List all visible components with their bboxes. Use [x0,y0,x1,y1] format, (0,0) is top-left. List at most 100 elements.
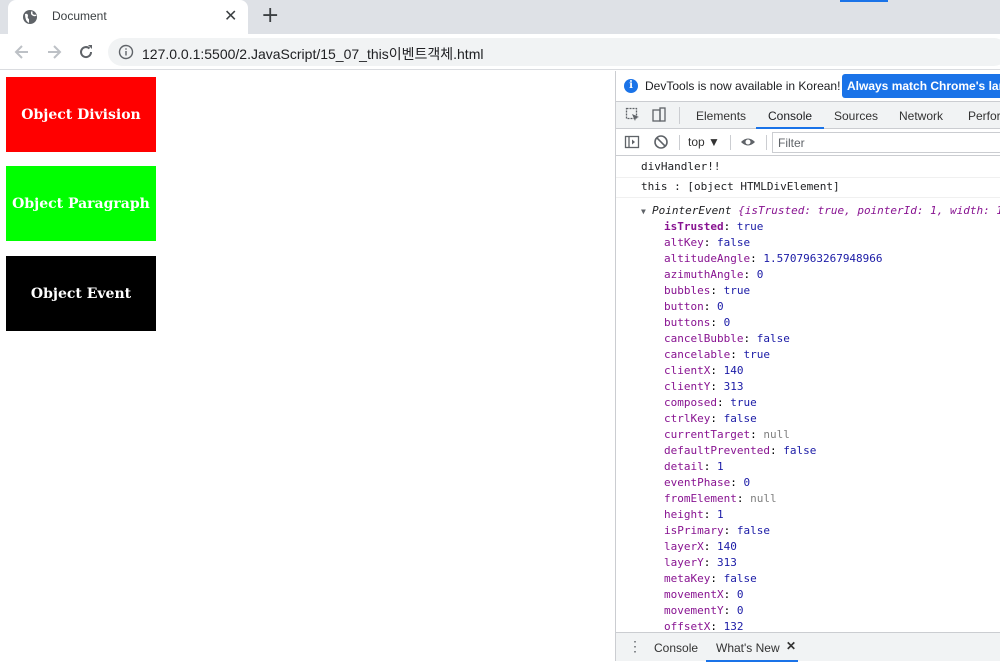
drawer-tab-console[interactable]: Console [654,641,698,655]
object-property-row: currentTarget: null [664,428,790,441]
object-property-row: metaKey: false [664,572,757,585]
tab-elements[interactable]: Elements [696,109,746,123]
property-value: true [730,396,757,409]
tab-title: Document [52,9,107,23]
object-property-row: offsetX: 132 [664,620,743,632]
page-viewport: Object Division Object Paragraph Object … [0,71,615,661]
object-property-row: bubbles: true [664,284,750,297]
property-separator: : [710,284,724,297]
property-separator: : [703,460,717,473]
site-info-icon[interactable] [118,44,134,60]
browser-tab[interactable]: Document ✕ [8,0,248,34]
reload-icon[interactable] [76,42,96,62]
property-separator: : [710,620,724,632]
object-event-box[interactable]: Object Event [6,256,156,331]
object-property-row: layerY: 313 [664,556,737,569]
property-separator: : [750,428,764,441]
console-divider [616,177,1000,178]
property-value: 132 [723,620,744,632]
property-value: 0 [756,268,764,281]
context-selector[interactable]: top ▼ [688,135,720,149]
object-preview: {isTrusted: true, pointerId: 1, width: 1… [738,204,1000,217]
property-key: clientY [664,380,711,393]
object-property-row: azimuthAngle: 0 [664,268,763,281]
back-arrow-icon[interactable] [12,42,32,62]
property-key: altitudeAngle [664,252,751,265]
property-key: offsetX [664,620,711,632]
filter-input[interactable]: Filter [772,132,1000,153]
object-expander[interactable]: ▼ PointerEvent {isTrusted: true, pointerI… [641,204,1000,217]
object-division-box[interactable]: Object Division [6,77,156,152]
property-separator: : [703,556,717,569]
property-value: false [723,412,757,425]
property-separator: : [703,236,717,249]
object-property-row: button: 0 [664,300,724,313]
property-key: altKey [664,236,704,249]
devtools-panel: i DevTools is now available in Korean! A… [615,71,1000,662]
object-property-row: height: 1 [664,508,724,521]
object-constructor: PointerEvent [652,204,732,217]
property-separator: : [769,444,784,457]
forward-arrow-icon[interactable] [44,42,64,62]
property-key: detail [664,460,704,473]
property-key: isPrimary [664,524,724,537]
property-key: ctrlKey [664,412,711,425]
drawer-tab-whats-new[interactable]: What's New [716,641,780,655]
property-value: true [723,284,751,297]
property-separator: : [703,300,717,313]
property-key: button [664,300,704,313]
clear-console-icon[interactable] [653,134,669,150]
property-value: null [750,492,777,505]
toolbar-divider [679,135,680,150]
profile-accent [840,0,888,2]
property-separator: : [723,524,737,537]
property-separator: : [723,588,737,601]
tab-sources[interactable]: Sources [834,109,878,123]
tab-network[interactable]: Network [899,109,943,123]
toolbar-divider [766,135,767,150]
tab-close-icon[interactable]: ✕ [224,7,237,25]
address-bar[interactable]: 127.0.0.1:5500/2.JavaScript/15_07_this이벤… [108,38,1000,66]
object-property-row: cancelable: true [664,348,770,361]
object-property-row: clientY: 313 [664,380,743,393]
object-property-row: isTrusted: true [664,220,763,233]
object-property-row: movementX: 0 [664,588,743,601]
property-separator: : [716,396,731,409]
object-property-row: detail: 1 [664,460,724,473]
box-label: Object Paragraph [12,195,150,212]
object-property-row: fromElement: null [664,492,777,505]
expand-triangle-icon[interactable]: ▼ [641,207,646,216]
property-value: 1.5707963267948966 [763,252,883,265]
property-value: 313 [723,380,744,393]
object-property-row: ctrlKey: false [664,412,757,425]
eye-icon[interactable] [740,134,756,150]
property-value: 0 [743,476,751,489]
filter-placeholder: Filter [778,136,805,150]
property-value: null [763,428,790,441]
inspect-element-icon[interactable] [625,107,641,123]
console-output: divHandler!! this : [object HTMLDivEleme… [616,156,1000,632]
property-value: 0 [723,316,731,329]
property-key: currentTarget [664,428,751,441]
property-separator: : [743,268,757,281]
more-options-icon[interactable]: ⋮ [628,638,642,654]
property-value: 1 [717,508,724,521]
property-key: layerX [664,540,704,553]
property-separator: : [703,508,717,521]
match-language-button[interactable]: Always match Chrome's language [842,74,1000,98]
tab-performance[interactable]: Performance [968,109,1000,123]
object-paragraph-box[interactable]: Object Paragraph [6,166,156,241]
property-separator: : [710,380,724,393]
tab-console[interactable]: Console [768,109,812,123]
object-property-row: altKey: false [664,236,750,249]
new-tab-icon[interactable]: + [261,5,279,27]
sidebar-toggle-icon[interactable] [624,134,640,150]
property-separator: : [710,572,724,585]
object-property-row: movementY: 0 [664,604,743,617]
close-drawer-tab-icon[interactable]: ✕ [786,639,796,653]
property-value: true [743,348,770,361]
device-toolbar-icon[interactable] [651,107,667,123]
property-value: 313 [717,556,737,569]
property-key: bubbles [664,284,711,297]
toolbar-divider [679,107,680,124]
